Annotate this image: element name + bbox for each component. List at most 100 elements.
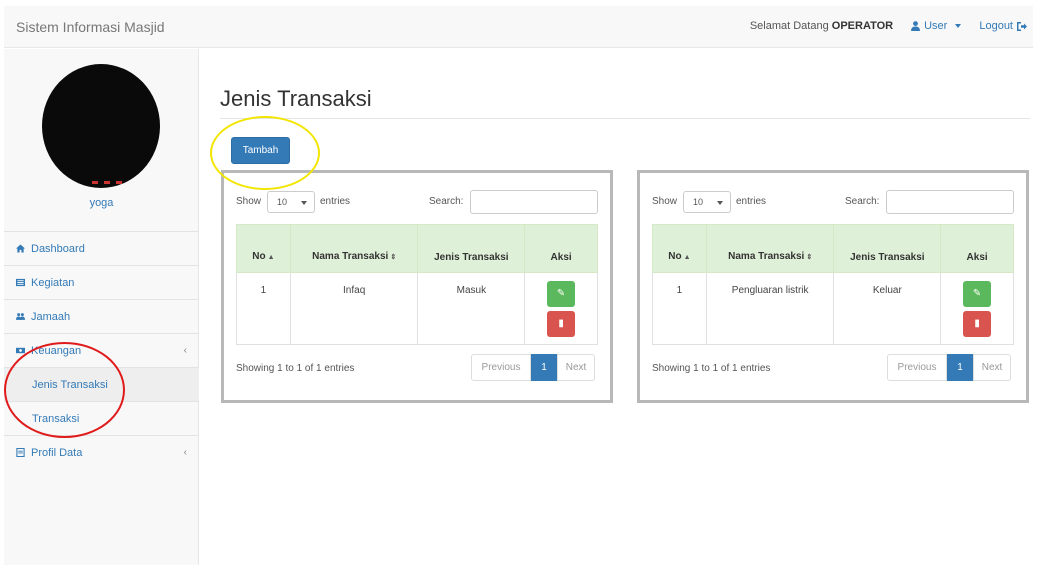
search-input[interactable] [470,190,598,214]
sort-asc-icon: ▲ [683,254,691,261]
sidebar-item-dashboard[interactable]: Dashboard [4,231,199,265]
logout-link[interactable]: Logout [979,20,1027,32]
column-header-nama[interactable]: Nama Transaksi ⇕ [705,224,835,273]
column-header-label: Nama Transaksi [312,251,389,262]
user-icon [911,21,921,31]
search-input[interactable] [886,190,1014,214]
table-row: 1 Infaq Masuk ✎ ▮ [236,272,598,345]
sidebar-item-label: Jamaah [31,310,71,323]
pagination: Previous 1 Next [471,354,595,381]
sidebar-item-label: Profil Data [31,446,83,459]
entries-select[interactable]: 10 [267,191,315,213]
logout-icon [1017,21,1027,31]
sort-icon: ⇕ [806,254,813,261]
sort-icon: ⇕ [390,254,397,261]
sidebar-item-kegiatan[interactable]: Kegiatan [4,265,199,299]
cell-nama: Infaq [289,272,419,345]
column-header-label: Nama Transaksi [728,251,805,262]
pagination: Previous 1 Next [887,354,1011,381]
column-header-jenis[interactable]: Jenis Transaksi [833,224,942,273]
cell-aksi: ✎ ▮ [524,272,598,345]
role-text: OPERATOR [831,20,894,32]
avatar-detail [92,181,122,184]
sort-asc-icon: ▲ [267,254,275,261]
table-info: Showing 1 to 1 of 1 entries [652,363,771,374]
entries-value: 10 [277,197,288,207]
greeting-text: Selamat Datang [749,20,829,32]
file-icon [16,448,25,457]
sidebar-item-jamaah[interactable]: Jamaah [4,299,199,333]
entries-label: entries [320,196,351,207]
chevron-left-icon: ‹ [183,447,187,458]
chevron-left-icon: ‹ [183,345,187,356]
app-frame: Sistem Informasi Masjid Selamat Datang O… [0,0,1037,565]
caret-down-icon [717,201,723,205]
column-header-aksi: Aksi [524,224,598,273]
next-button[interactable]: Next [557,354,595,381]
column-header-nama[interactable]: Nama Transaksi ⇕ [289,224,419,273]
column-header-aksi: Aksi [940,224,1014,273]
trash-icon: ▮ [974,318,980,329]
cell-no: 1 [652,272,707,345]
entries-select[interactable]: 10 [683,191,731,213]
column-header-label: Jenis Transaksi [434,252,509,263]
cell-no: 1 [236,272,291,345]
caret-down-icon [301,201,307,205]
sidebar: yoga Dashboard Kegiatan Jamaah Keuangan … [4,49,199,565]
sidebar-item-label: Kegiatan [31,276,75,289]
table-panel-masuk: Show 10 entries Search: No ▲ Nama Transak… [221,170,613,403]
column-header-label: Aksi [966,252,988,263]
next-button[interactable]: Next [973,354,1011,381]
user-label: User [924,20,948,32]
navbar-right: Selamat Datang OPERATOR User Logout [750,20,1027,32]
sidebar-item-label: Dashboard [31,242,85,255]
caret-down-icon [955,24,962,28]
table-info: Showing 1 to 1 of 1 entries [236,363,355,374]
previous-button[interactable]: Previous [887,354,947,381]
cell-jenis: Keluar [833,272,942,345]
page-1-button[interactable]: 1 [947,354,973,381]
welcome-text: Selamat Datang OPERATOR [750,20,893,32]
page-1-button[interactable]: 1 [531,354,557,381]
previous-button[interactable]: Previous [471,354,531,381]
table-controls: Show 10 entries Search: [652,190,1014,214]
highlight-circle-yellow [210,116,320,190]
column-header-label: No [252,251,266,262]
edit-button[interactable]: ✎ [547,281,576,307]
delete-button[interactable]: ▮ [963,311,992,337]
column-header-no[interactable]: No ▲ [236,224,291,273]
page-title: Jenis Transaksi [220,86,372,111]
data-table: No ▲ Nama Transaksi ⇕ Jenis Transaksi Aksi… [652,224,1014,345]
show-label: Show [652,196,678,207]
column-header-label: Aksi [550,252,572,263]
cell-jenis: Masuk [417,272,526,345]
search-label: Search: [429,196,464,207]
show-label: Show [236,196,262,207]
user-dropdown[interactable]: User [911,20,962,32]
sidebar-item-profil-data[interactable]: Profil Data ‹ [4,435,199,469]
users-icon [16,313,25,320]
highlight-circle-red [4,342,125,438]
edit-icon: ✎ [972,288,982,299]
brand-title[interactable]: Sistem Informasi Masjid [16,19,165,35]
edit-icon: ✎ [556,288,566,299]
column-header-label: Jenis Transaksi [850,252,925,263]
edit-button[interactable]: ✎ [963,281,992,307]
column-header-label: No [668,251,682,262]
table-row: 1 Pengluaran listrik Keluar ✎ ▮ [652,272,1014,345]
cell-aksi: ✎ ▮ [940,272,1014,345]
cell-nama: Pengluaran listrik [705,272,835,345]
home-icon [16,244,25,253]
column-header-no[interactable]: No ▲ [652,224,707,273]
table-controls: Show 10 entries Search: [236,190,598,214]
trash-icon: ▮ [558,318,564,329]
sidebar-username[interactable]: yoga [4,197,199,209]
entries-label: entries [736,196,767,207]
column-header-jenis[interactable]: Jenis Transaksi [417,224,526,273]
title-divider [220,118,1030,119]
entries-value: 10 [693,197,704,207]
search-label: Search: [845,196,880,207]
data-table: No ▲ Nama Transaksi ⇕ Jenis Transaksi Aksi… [236,224,598,345]
avatar [42,64,160,188]
delete-button[interactable]: ▮ [547,311,576,337]
